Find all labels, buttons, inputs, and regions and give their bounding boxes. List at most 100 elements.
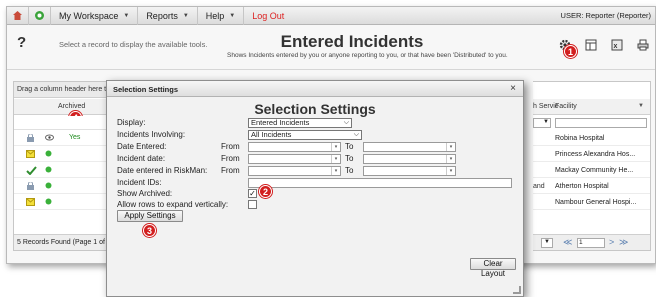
callout-badge-3: 3 (143, 224, 156, 237)
locked-icon (26, 181, 35, 193)
tools-hint: Select a record to display the available… (59, 40, 208, 49)
involving-label: Incidents Involving: (117, 130, 186, 139)
incidents-grid-left: Drag a column header here to group by th… (13, 81, 113, 251)
from-label: From (221, 142, 240, 151)
grid-pager: ▼ ≪ 1 > ≫ (533, 234, 650, 250)
email-icon (26, 150, 35, 160)
menu-label: Help (205, 10, 225, 21)
chevron-down-icon: ▼ (182, 12, 189, 19)
approved-check-icon (26, 166, 37, 177)
chevron-down-icon[interactable]: ▾ (446, 155, 455, 163)
gear-icon[interactable]: 1 (558, 38, 577, 58)
date-entered-to-input[interactable]: ▾ (363, 142, 456, 152)
incident-date-from-input[interactable]: ▾ (248, 154, 341, 164)
chevron-down-icon[interactable]: ▾ (446, 143, 455, 151)
locked-icon (26, 133, 35, 145)
status-dot-icon (45, 198, 52, 207)
to-label: To (345, 142, 354, 151)
chevron-down-icon: ▼ (229, 12, 236, 19)
first-page-icon[interactable]: ≪ (563, 237, 572, 248)
riskman-date-label: Date entered in RiskMan: (117, 166, 208, 175)
dialog-title-bar[interactable]: Selection Settings × (107, 81, 523, 97)
menu-reports[interactable]: Reports ▼ (138, 6, 198, 25)
chevron-down-icon[interactable]: ▾ (446, 167, 455, 175)
incident-date-label: Incident date: (117, 154, 166, 163)
page-subtitle: Shows Incidents entered by you or anyone… (227, 52, 508, 59)
view-eye-icon[interactable] (45, 134, 54, 143)
facility-cell: Robina Hospital (555, 135, 605, 142)
table-row[interactable] (14, 179, 112, 194)
records-found-footer: 5 Records Found (Page 1 of 1) (14, 234, 112, 250)
callout-badge-2: 2 (259, 185, 272, 198)
top-menu-bar: My Workspace ▼ Reports ▼ Help ▼ Log Out USE… (7, 6, 655, 25)
table-row[interactable]: Mackay Community He... (533, 163, 650, 178)
facility-cell: Nambour General Hospi... (555, 199, 637, 206)
refresh-icon[interactable] (29, 6, 51, 25)
incident-ids-input[interactable] (248, 178, 512, 188)
from-label: From (221, 166, 240, 175)
chevron-down-icon: ⌵ (343, 119, 349, 126)
incident-ids-label: Incident IDs: (117, 178, 162, 187)
table-row[interactable]: Princess Alexandra Hos... (533, 147, 650, 162)
facility-filter-input[interactable] (555, 118, 647, 128)
to-label: To (345, 154, 354, 163)
health-service-cell: and (533, 183, 545, 190)
archived-column-header[interactable]: Archived (58, 103, 85, 110)
table-row[interactable] (14, 195, 112, 210)
from-label: From (221, 154, 240, 163)
table-row[interactable]: Robina Hospital (533, 131, 650, 146)
chevron-down-icon[interactable]: ▾ (331, 155, 340, 163)
chevron-down-icon: ⌵ (353, 131, 359, 138)
status-dot-icon (45, 182, 52, 191)
table-row[interactable] (14, 147, 112, 162)
involving-select-value: All Incidents (251, 130, 292, 139)
incidents-grid-right: h Servic Facility ▼ ▼ Robina Hospital Pr… (533, 81, 651, 251)
grid-filter-row (14, 116, 112, 130)
facility-column-header[interactable]: Facility (555, 103, 577, 110)
incident-date-to-input[interactable]: ▾ (363, 154, 456, 164)
menu-label: Reports (146, 10, 178, 21)
home-icon[interactable] (7, 6, 29, 25)
excel-export-icon[interactable]: x (610, 38, 623, 51)
display-select[interactable]: Entered Incidents ⌵ (248, 118, 352, 128)
selection-settings-dialog: Selection Settings × Selection Settings … (106, 80, 524, 297)
facility-cell: Mackay Community He... (555, 167, 634, 174)
menu-my-workspace[interactable]: My Workspace ▼ (51, 6, 139, 25)
print-icon[interactable] (636, 38, 649, 51)
table-row[interactable] (14, 163, 112, 178)
sort-arrow-icon[interactable]: ▼ (638, 103, 644, 109)
riskman-date-to-input[interactable]: ▾ (363, 166, 456, 176)
chevron-down-icon: ▼ (123, 12, 130, 19)
status-dot-icon (45, 150, 52, 159)
table-row[interactable]: Nambour General Hospi... (533, 195, 650, 210)
screen: My Workspace ▼ Reports ▼ Help ▼ Log Out USE… (0, 0, 656, 297)
logout-link[interactable]: Log Out (244, 11, 292, 21)
grid-filter-row: ▼ (533, 116, 650, 130)
expand-rows-checkbox[interactable] (248, 200, 257, 209)
last-page-icon[interactable]: ≫ (619, 237, 628, 248)
filter-dropdown[interactable]: ▼ (533, 118, 551, 128)
page-number-input[interactable]: 1 (577, 238, 605, 248)
table-row[interactable]: Yes (14, 131, 112, 146)
chevron-down-icon[interactable]: ▾ (331, 167, 340, 175)
page-size-dropdown[interactable]: ▼ (541, 238, 553, 248)
chevron-down-icon[interactable]: ▾ (331, 143, 340, 151)
email-icon (26, 198, 35, 208)
apply-settings-button[interactable]: Apply Settings (117, 210, 183, 222)
display-select-value: Entered Incidents (251, 118, 310, 127)
display-label: Display: (117, 118, 146, 127)
show-archived-checkbox[interactable]: ✓ (248, 189, 257, 198)
next-page-icon[interactable]: > (609, 237, 614, 247)
resize-handle-icon[interactable] (513, 286, 521, 294)
date-entered-from-input[interactable]: ▾ (248, 142, 341, 152)
menu-help[interactable]: Help ▼ (198, 6, 245, 25)
involving-select[interactable]: All Incidents ⌵ (248, 130, 362, 140)
page-title: Entered Incidents (280, 32, 424, 51)
clear-layout-button[interactable]: Clear Layout (470, 258, 516, 278)
close-icon[interactable]: × (510, 83, 516, 94)
user-label: USER: Reporter (Reporter) (560, 11, 651, 20)
columns-icon[interactable] (584, 38, 597, 51)
date-entered-label: Date Entered: (117, 142, 167, 151)
riskman-date-from-input[interactable]: ▾ (248, 166, 341, 176)
table-row[interactable]: and Atherton Hospital (533, 179, 650, 194)
